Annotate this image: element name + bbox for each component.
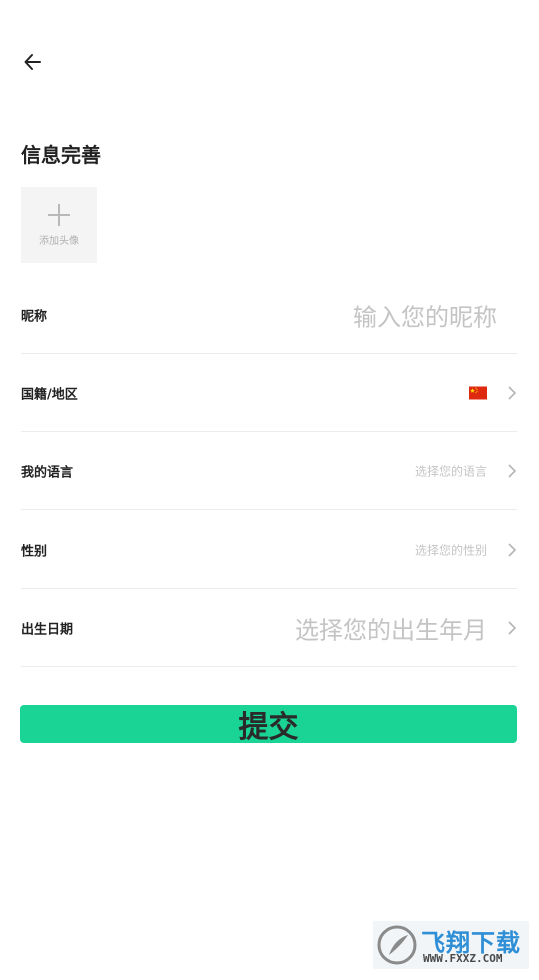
nickname-row[interactable]: 昵称 输入您的昵称 bbox=[21, 276, 517, 354]
nickname-input[interactable]: 输入您的昵称 bbox=[353, 297, 497, 332]
chevron-right-icon bbox=[508, 463, 517, 478]
chevron-right-icon bbox=[508, 385, 517, 400]
nationality-row[interactable]: 国籍/地区 bbox=[21, 354, 517, 432]
language-row[interactable]: 我的语言 选择您的语言 bbox=[21, 432, 517, 510]
nationality-label: 国籍/地区 bbox=[21, 387, 78, 402]
plus-icon bbox=[48, 203, 70, 226]
submit-button[interactable]: 提交 bbox=[20, 705, 517, 745]
chevron-right-icon bbox=[508, 542, 517, 557]
gender-select[interactable]: 选择您的性别 bbox=[415, 541, 487, 558]
language-select[interactable]: 选择您的语言 bbox=[415, 462, 487, 479]
watermark: 飞翔下载 WWW.FXXZ.COM bbox=[373, 921, 529, 969]
watermark-url: WWW.FXXZ.COM bbox=[423, 952, 503, 965]
page-title: 信息完善 bbox=[21, 143, 101, 167]
feather-logo-icon bbox=[377, 925, 417, 965]
language-label: 我的语言 bbox=[21, 465, 74, 480]
birthdate-label: 出生日期 bbox=[21, 622, 74, 637]
birthdate-row[interactable]: 出生日期 选择您的出生年月 bbox=[21, 589, 517, 667]
back-arrow-icon[interactable] bbox=[22, 50, 50, 74]
gender-label: 性别 bbox=[21, 544, 48, 559]
nickname-label: 昵称 bbox=[21, 309, 48, 324]
add-avatar-label: 添加头像 bbox=[39, 235, 79, 247]
gender-row[interactable]: 性别 选择您的性别 bbox=[21, 511, 517, 589]
chevron-right-icon bbox=[508, 620, 517, 635]
add-avatar-button[interactable]: 添加头像 bbox=[21, 187, 97, 263]
china-flag-icon bbox=[469, 386, 487, 399]
birthdate-select[interactable]: 选择您的出生年月 bbox=[295, 610, 487, 645]
